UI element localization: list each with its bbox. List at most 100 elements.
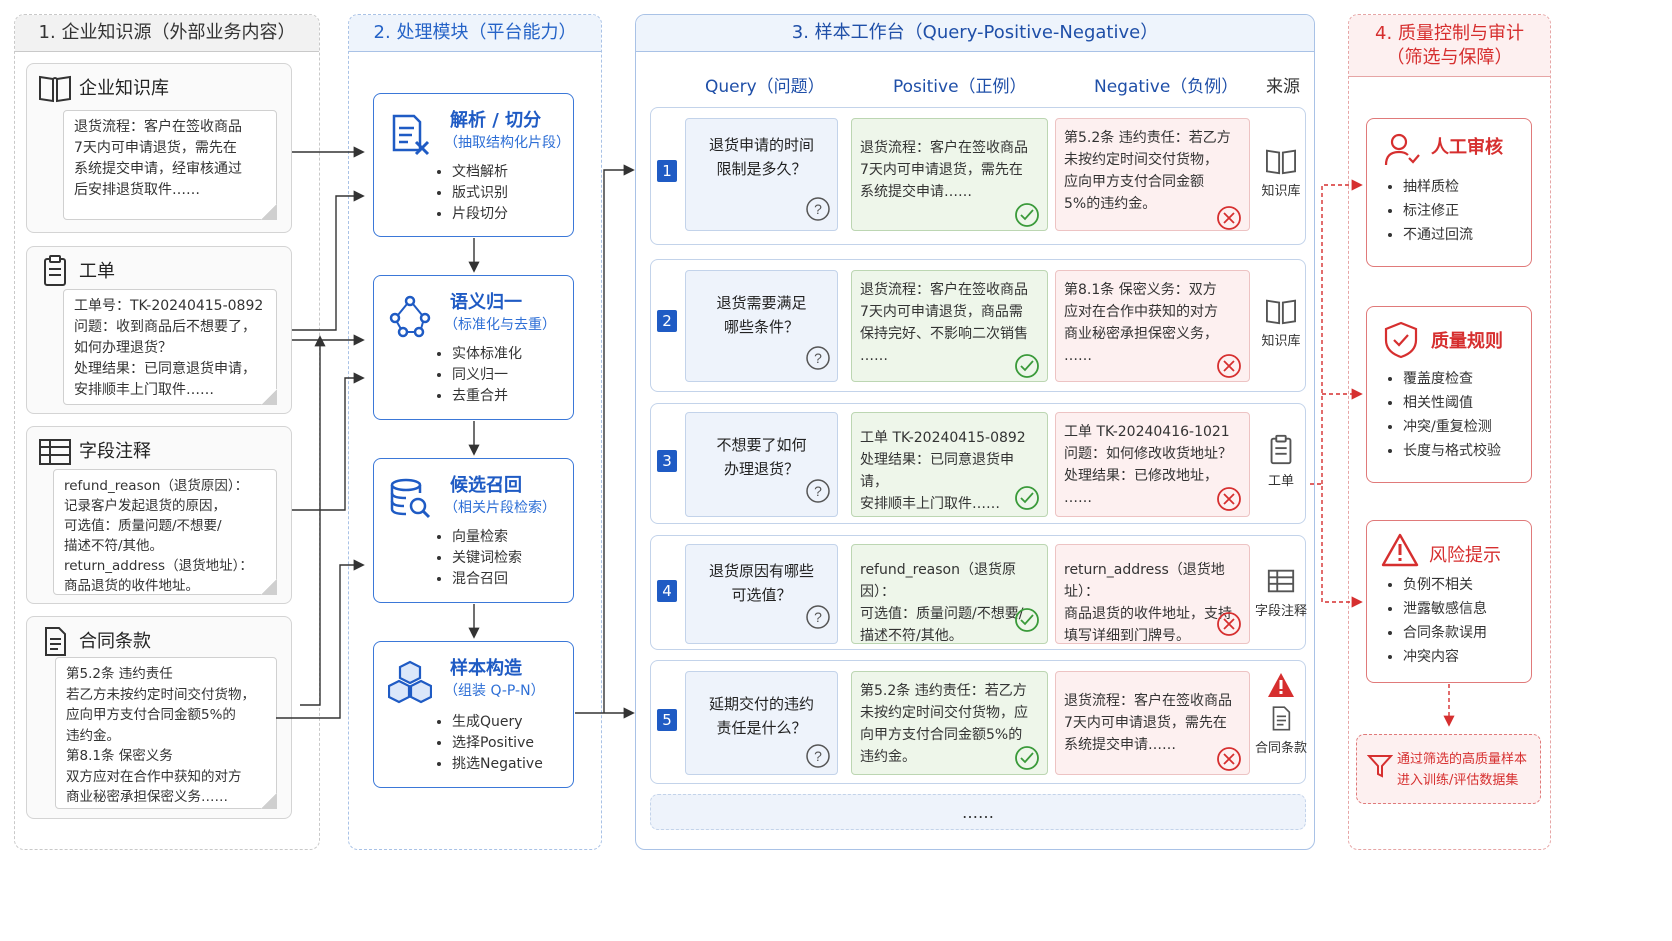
source-field-notes: 字段注释 refund_reason（退货原因）： 记录客户发起退货的原因， 可… [26, 426, 292, 604]
module-parse-split: 解析 / 切分 （抽取结构化片段） 文档解析 版式识别 片段切分 [373, 93, 574, 237]
document-icon [1272, 706, 1291, 731]
module-item: 片段切分 [452, 204, 508, 225]
qc-manual-review: 人工审核 抽样质检 标注修正 不通过回流 [1366, 118, 1532, 267]
qc-item: 覆盖度检查 [1403, 367, 1501, 391]
database-search-icon [390, 478, 431, 519]
column-header-quality: 4. 质量控制与审计 （筛选与保障） [1349, 15, 1550, 77]
column-header-sources: 1. 企业知识源（外部业务内容） [15, 15, 319, 52]
positive-text: 第5.2条 违约责任：若乙方 未按约定时间交付货物，应 向甲方支付合同金额5%的… [860, 683, 1028, 765]
source-cell: 知识库 [1255, 296, 1307, 349]
row-number: 3 [657, 450, 677, 472]
qc-item: 合同条款误用 [1403, 621, 1487, 645]
row-number: 4 [657, 580, 677, 602]
reviewer-icon [1384, 133, 1420, 166]
source-label: 知识库 [1261, 184, 1301, 199]
qc-item: 长度与格式校验 [1403, 439, 1501, 463]
qc-quality-rules: 质量规则 覆盖度检查 相关性阈值 冲突/重复检测 长度与格式校验 [1366, 306, 1532, 483]
qc-risk-alerts: 风险提示 负例不相关 泄露敏感信息 合同条款误用 冲突内容 [1366, 520, 1532, 683]
positive-cell: 第5.2条 违约责任：若乙方 未按约定时间交付货物，应 向甲方支付合同金额5%的… [851, 671, 1048, 775]
positive-text: refund_reason（退货原因）： 可选值：质量问题/不想要/ 描述不符/… [860, 562, 1024, 644]
source-title: 合同条款 [79, 631, 151, 652]
negative-cell: 工单 TK-20240416-1021 问题：如何修改收货地址？ 处理结果：已修… [1055, 412, 1250, 517]
source-excerpt: 第5.2条 违约责任 若乙方未按约定时间交付货物， 应向甲方支付合同金额5%的 … [55, 657, 277, 809]
positive-cell: 工单 TK-20240415-0892 处理结果：已同意退货申请， 安排顺丰上门… [851, 412, 1048, 517]
qc-item: 冲突/重复检测 [1403, 415, 1501, 439]
query-text: 不想要了如何 办理退货？ [716, 436, 807, 478]
sample-row-2[interactable]: 2 退货需要满足 哪些条件？ 退货流程：客户在签收商品 7天内可申请退货，商品需… [650, 259, 1306, 392]
query-text: 延期交付的违约 责任是什么？ [708, 695, 814, 737]
query-text: 退货原因有哪些 可选值？ [708, 562, 814, 604]
source-label: 合同条款 [1255, 741, 1308, 756]
final-dataset-box: 通过筛选的高质量样本 进入训练/评估数据集 [1356, 734, 1541, 804]
query-text: 退货需要满足 哪些条件？ [716, 294, 807, 336]
source-cell: 工单 [1255, 434, 1307, 489]
header-query: Query（问题） [705, 77, 825, 97]
source-title: 工单 [79, 261, 115, 282]
sample-row-4[interactable]: 4 退货原因有哪些 可选值？ refund_reason（退货原因）： 可选值：… [650, 535, 1307, 650]
sample-row-5[interactable]: 5 延期交付的违约 责任是什么？ 第5.2条 违约责任：若乙方 未按约定时间交付… [650, 660, 1307, 784]
excerpt-text: 第5.2条 违约责任 若乙方未按约定时间交付货物， 应向甲方支付合同金额5%的 … [66, 666, 255, 805]
source-label: 工单 [1267, 474, 1294, 489]
module-subtitle: （相关片段检索） [444, 500, 556, 516]
module-item: 关键词检索 [452, 548, 522, 569]
warning-icon [1268, 673, 1294, 697]
qc-item: 相关性阈值 [1403, 391, 1501, 415]
qc-title: 风险提示 [1429, 545, 1501, 566]
negative-cell: return_address（退货地址）： 商品退货的收件地址，支持 填写详细到… [1055, 544, 1250, 644]
module-title: 样本构造 [450, 658, 522, 679]
negative-text: 第5.2条 违约责任：若乙方 未按约定时间交付货物， 应向甲方支付合同金额 5%… [1064, 130, 1231, 212]
module-subtitle: （组装 Q-P-N） [444, 683, 545, 699]
clipboard-icon [1270, 434, 1292, 465]
row-number: 5 [657, 709, 677, 731]
module-item: 版式识别 [452, 183, 508, 204]
negative-cell: 退货流程：客户在签收商品 7天内可申请退货，需先在 系统提交申请…… [1055, 671, 1250, 775]
table-icon [39, 439, 71, 465]
module-item: 去重合并 [452, 386, 522, 407]
source-excerpt: 退货流程：客户在签收商品 7天内可申请退货，需先在 系统提交申请，经审核通过 后… [63, 110, 277, 220]
sample-row-3[interactable]: 3 不想要了如何 办理退货？ 工单 TK-20240415-0892 处理结果：… [650, 403, 1306, 524]
cubes-icon [388, 660, 432, 704]
query-text: 退货申请的时间 限制是多久？ [708, 136, 814, 178]
source-cell: 字段注释 [1255, 566, 1307, 619]
qc-item: 泄露敏感信息 [1403, 597, 1487, 621]
positive-text: 退货流程：客户在签收商品 7天内可申请退货，商品需 保持完好、不影响二次销售 …… [860, 282, 1028, 364]
module-semantic-normalize: 语义归一 （标准化与去重） 实体标准化 同义归一 去重合并 [373, 275, 574, 420]
source-excerpt: 工单号：TK-20240415-0892 问题：收到商品后不想要了， 如何办理退… [63, 289, 277, 405]
qc-title: 质量规则 [1431, 331, 1503, 352]
qc-title: 人工审核 [1431, 137, 1503, 158]
source-cell: 知识库 [1255, 146, 1307, 199]
final-dataset-text: 通过筛选的高质量样本 进入训练/评估数据集 [1397, 752, 1528, 788]
warning-icon [1381, 533, 1419, 567]
module-subtitle: （抽取结构化片段） [444, 135, 570, 151]
header-positive: Positive（正例） [893, 77, 1027, 97]
row-number: 1 [657, 160, 677, 182]
header-source: 来源 [1266, 77, 1300, 97]
module-title: 语义归一 [450, 292, 522, 313]
book-icon [39, 75, 71, 103]
module-item: 文档解析 [452, 162, 508, 183]
negative-text: 工单 TK-20240416-1021 问题：如何修改收货地址？ 处理结果：已修… [1064, 424, 1232, 506]
source-title: 企业知识库 [79, 78, 169, 99]
module-title: 解析 / 切分 [450, 110, 542, 131]
source-label: 知识库 [1261, 334, 1301, 349]
query-cell: 退货需要满足 哪些条件？ [685, 270, 838, 382]
query-cell: 延期交付的违约 责任是什么？ [685, 671, 838, 775]
book-icon [1266, 149, 1296, 175]
nodes-icon [389, 295, 431, 338]
query-cell: 退货申请的时间 限制是多久？ [685, 118, 838, 231]
excerpt-text: 工单号：TK-20240415-0892 问题：收到商品后不想要了， 如何办理退… [74, 298, 264, 398]
negative-text: 退货流程：客户在签收商品 7天内可申请退货，需先在 系统提交申请…… [1064, 693, 1232, 753]
positive-cell: 退货流程：客户在签收商品 7天内可申请退货，商品需 保持完好、不影响二次销售 …… [851, 270, 1048, 382]
source-cell: 合同条款 [1255, 671, 1307, 756]
source-title: 字段注释 [79, 441, 151, 462]
document-icon [45, 627, 66, 656]
negative-text: 第8.1条 保密义务：双方 应对在合作中获知的对方 商业秘密承担保密义务， …… [1064, 282, 1218, 364]
module-item: 实体标准化 [452, 344, 522, 365]
negative-text: return_address（退货地址）： 商品退货的收件地址，支持 填写详细到… [1064, 562, 1232, 644]
excerpt-text: 退货流程：客户在签收商品 7天内可申请退货，需先在 系统提交申请，经审核通过 后… [74, 119, 242, 198]
clipboard-icon [44, 255, 66, 286]
positive-text: 退货流程：客户在签收商品 7天内可申请退货，需先在 系统提交申请…… [860, 140, 1028, 200]
module-candidate-recall: 候选召回 （相关片段检索） 向量检索 关键词检索 混合召回 [373, 458, 574, 603]
sample-row-1[interactable]: 1 退货申请的时间 限制是多久？ 退货流程：客户在签收商品 7天内可申请退货，需… [650, 107, 1306, 245]
qc-item: 冲突内容 [1403, 645, 1487, 669]
